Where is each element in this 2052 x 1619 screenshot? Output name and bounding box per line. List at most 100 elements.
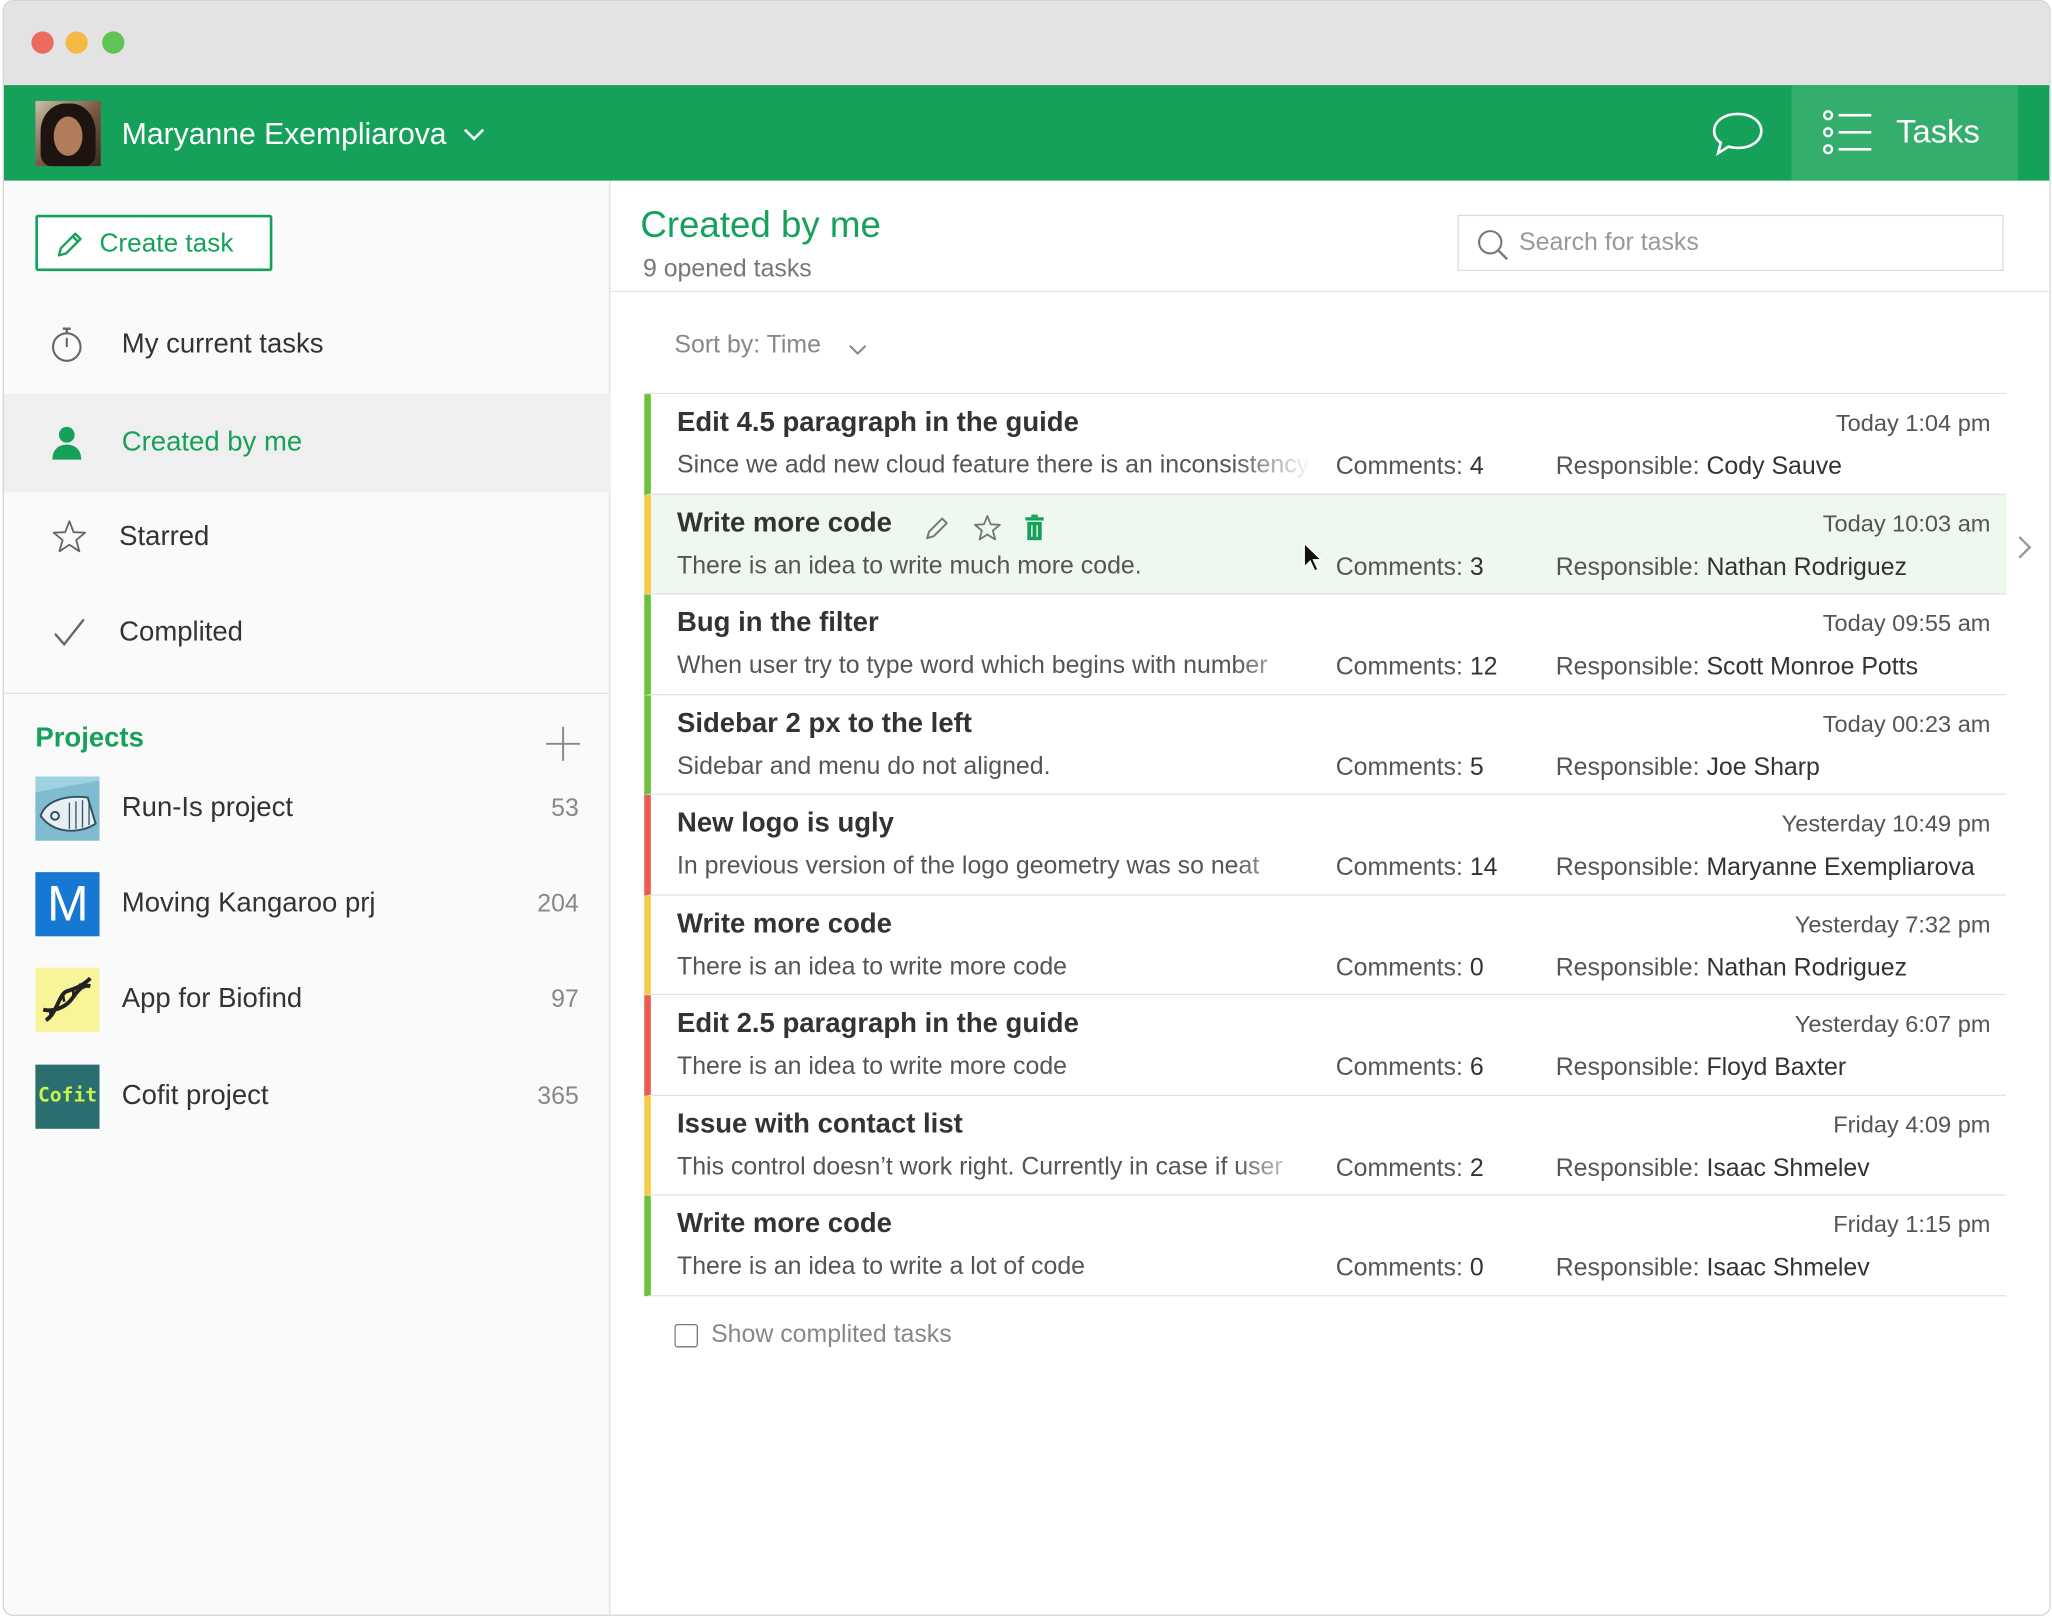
search-box[interactable] bbox=[1457, 214, 2004, 272]
sidebar-item-complited[interactable]: Complited bbox=[4, 584, 610, 682]
task-comments: Comments: 0 bbox=[1335, 1254, 1484, 1283]
whale-icon bbox=[35, 776, 100, 841]
task-description: There is an idea to write more code bbox=[677, 952, 1068, 981]
task-title[interactable]: Issue with contact list bbox=[677, 1109, 963, 1140]
project-item-cofit[interactable]: Cofit Cofit project 365 bbox=[4, 1058, 610, 1137]
task-description: When user try to type word which begins … bbox=[677, 652, 1268, 680]
project-item-moving-kangaroo[interactable]: M Moving Kangaroo prj 204 bbox=[4, 866, 610, 945]
checkmark-icon bbox=[54, 618, 85, 647]
project-name: App for Biofind bbox=[121, 983, 303, 1014]
task-time: Today 1:04 pm bbox=[1835, 409, 1991, 437]
project-count: 53 bbox=[551, 794, 579, 823]
avatar[interactable] bbox=[35, 100, 101, 167]
task-time: Friday 4:09 pm bbox=[1833, 1111, 1991, 1138]
sidebar-item-starred[interactable]: Starred bbox=[4, 488, 610, 586]
trash-icon[interactable] bbox=[1024, 513, 1045, 548]
list-icon bbox=[1822, 110, 1872, 155]
search-input[interactable] bbox=[1519, 223, 1991, 264]
task-comments: Comments: 12 bbox=[1335, 653, 1498, 681]
sidebar-item-label: Starred bbox=[119, 521, 210, 552]
task-row[interactable]: Sidebar 2 px to the left Today 00:23 am … bbox=[644, 694, 2007, 795]
task-time: Friday 1:15 pm bbox=[1833, 1211, 1991, 1238]
header-divider bbox=[611, 290, 2050, 293]
tab-tasks-label: Tasks bbox=[1896, 113, 1980, 151]
create-task-label: Create task bbox=[99, 229, 234, 258]
task-title[interactable]: Edit 4.5 paragraph in the guide bbox=[677, 407, 1079, 438]
task-comments: Comments: 2 bbox=[1335, 1154, 1484, 1182]
task-description: Sidebar and menu do not aligned. bbox=[677, 752, 1051, 780]
sort-label: Sort by: Time bbox=[674, 331, 821, 359]
create-task-button[interactable]: Create task bbox=[35, 214, 273, 272]
task-list: Edit 4.5 paragraph in the guide Today 1:… bbox=[644, 392, 2007, 1296]
project-item-app-for-biofind[interactable]: App for Biofind 97 bbox=[4, 961, 610, 1040]
task-title[interactable]: Bug in the filter bbox=[677, 608, 879, 639]
page-title: Created by me bbox=[640, 204, 881, 245]
sidebar-item-my-current-tasks[interactable]: My current tasks bbox=[4, 296, 610, 394]
task-comments: Comments: 4 bbox=[1335, 453, 1484, 481]
task-responsible: Responsible: Floyd Baxter bbox=[1555, 1054, 1847, 1082]
search-icon bbox=[1478, 230, 1509, 261]
star-icon[interactable] bbox=[974, 513, 1003, 548]
task-description: There is an idea to write a lot of code bbox=[677, 1253, 1086, 1281]
sidebar-divider bbox=[3, 692, 611, 695]
project-count: 204 bbox=[537, 890, 579, 918]
app-window: Maryanne Exempliarova Tasks Create task bbox=[2, 0, 2051, 1616]
pencil-icon bbox=[57, 232, 82, 257]
task-row[interactable]: Edit 4.5 paragraph in the guide Today 1:… bbox=[644, 394, 2007, 495]
task-time: Today 09:55 am bbox=[1822, 610, 1991, 637]
project-name: Run-Is project bbox=[121, 792, 293, 823]
task-row[interactable]: Edit 2.5 paragraph in the guide Yesterda… bbox=[644, 995, 2007, 1096]
task-title[interactable]: Sidebar 2 px to the left bbox=[677, 708, 972, 739]
title-bar bbox=[3, 1, 2050, 86]
task-comments: Comments: 5 bbox=[1335, 753, 1484, 782]
project-count: 97 bbox=[551, 986, 579, 1014]
show-completed-checkbox[interactable] bbox=[674, 1323, 698, 1348]
task-row[interactable]: Write more code Yesterday 7:32 pm There … bbox=[644, 895, 2007, 996]
chat-bubble-icon[interactable] bbox=[1709, 109, 1767, 159]
star-icon bbox=[52, 520, 87, 553]
task-row[interactable]: Write more code Friday 1:15 pm There is … bbox=[644, 1195, 2007, 1296]
project-item-run-is[interactable]: Run-Is project 53 bbox=[4, 770, 610, 849]
task-description: There is an idea to write much more code… bbox=[677, 551, 1142, 580]
task-comments: Comments: 6 bbox=[1335, 1054, 1484, 1082]
sidebar-item-label: My current tasks bbox=[121, 328, 324, 359]
task-comments: Comments: 0 bbox=[1335, 953, 1484, 982]
task-responsible: Responsible: Isaac Shmelev bbox=[1555, 1254, 1870, 1283]
task-row[interactable]: Issue with contact list Friday 4:09 pm T… bbox=[644, 1095, 2007, 1196]
task-description: In previous version of the logo geometry… bbox=[677, 852, 1260, 880]
project-count: 365 bbox=[537, 1082, 579, 1111]
task-row[interactable]: Write more code Today 10:03 am There is … bbox=[644, 494, 2007, 595]
chevron-down-icon[interactable] bbox=[462, 124, 486, 142]
opened-tasks-count: 9 opened tasks bbox=[642, 255, 812, 283]
cofit-logo-icon: Cofit bbox=[35, 1064, 100, 1129]
tab-tasks[interactable]: Tasks bbox=[1791, 85, 2018, 181]
close-window-button[interactable] bbox=[31, 31, 54, 54]
task-title[interactable]: Write more code bbox=[677, 908, 892, 939]
person-icon bbox=[52, 426, 82, 460]
task-title[interactable]: Edit 2.5 paragraph in the guide bbox=[677, 1008, 1079, 1039]
sidebar-item-created-by-me[interactable]: Created by me bbox=[3, 394, 611, 493]
chevron-down-icon bbox=[849, 344, 867, 356]
task-row[interactable]: New logo is ugly Yesterday 10:49 pm In p… bbox=[644, 794, 2007, 896]
task-comments: Comments: 3 bbox=[1335, 553, 1484, 581]
task-time: Yesterday 7:32 pm bbox=[1794, 910, 1991, 937]
task-time: Yesterday 10:49 pm bbox=[1781, 810, 1991, 837]
plus-icon[interactable] bbox=[545, 725, 582, 762]
letter-m-icon: M bbox=[35, 872, 100, 937]
edit-icon[interactable] bbox=[923, 513, 952, 548]
task-title[interactable]: New logo is ugly bbox=[677, 808, 894, 839]
task-title[interactable]: Write more code bbox=[677, 507, 892, 538]
task-responsible: Responsible: Isaac Shmelev bbox=[1555, 1154, 1870, 1182]
project-name: Moving Kangaroo prj bbox=[121, 887, 376, 918]
sort-dropdown[interactable]: Sort by: Time bbox=[674, 331, 867, 360]
sidebar-item-label: Created by me bbox=[121, 426, 303, 458]
minimize-window-button[interactable] bbox=[65, 31, 88, 54]
maximize-window-button[interactable] bbox=[102, 31, 125, 54]
task-responsible: Responsible: Joe Sharp bbox=[1555, 753, 1820, 782]
task-responsible: Responsible: Nathan Rodriguez bbox=[1555, 953, 1908, 982]
sidebar: Create task My current tasks Created by … bbox=[3, 180, 611, 1615]
user-name[interactable]: Maryanne Exempliarova bbox=[122, 117, 447, 152]
task-row[interactable]: Bug in the filter Today 09:55 am When us… bbox=[644, 594, 2007, 695]
task-title[interactable]: Write more code bbox=[677, 1209, 892, 1240]
chevron-right-icon[interactable] bbox=[2015, 533, 2033, 562]
